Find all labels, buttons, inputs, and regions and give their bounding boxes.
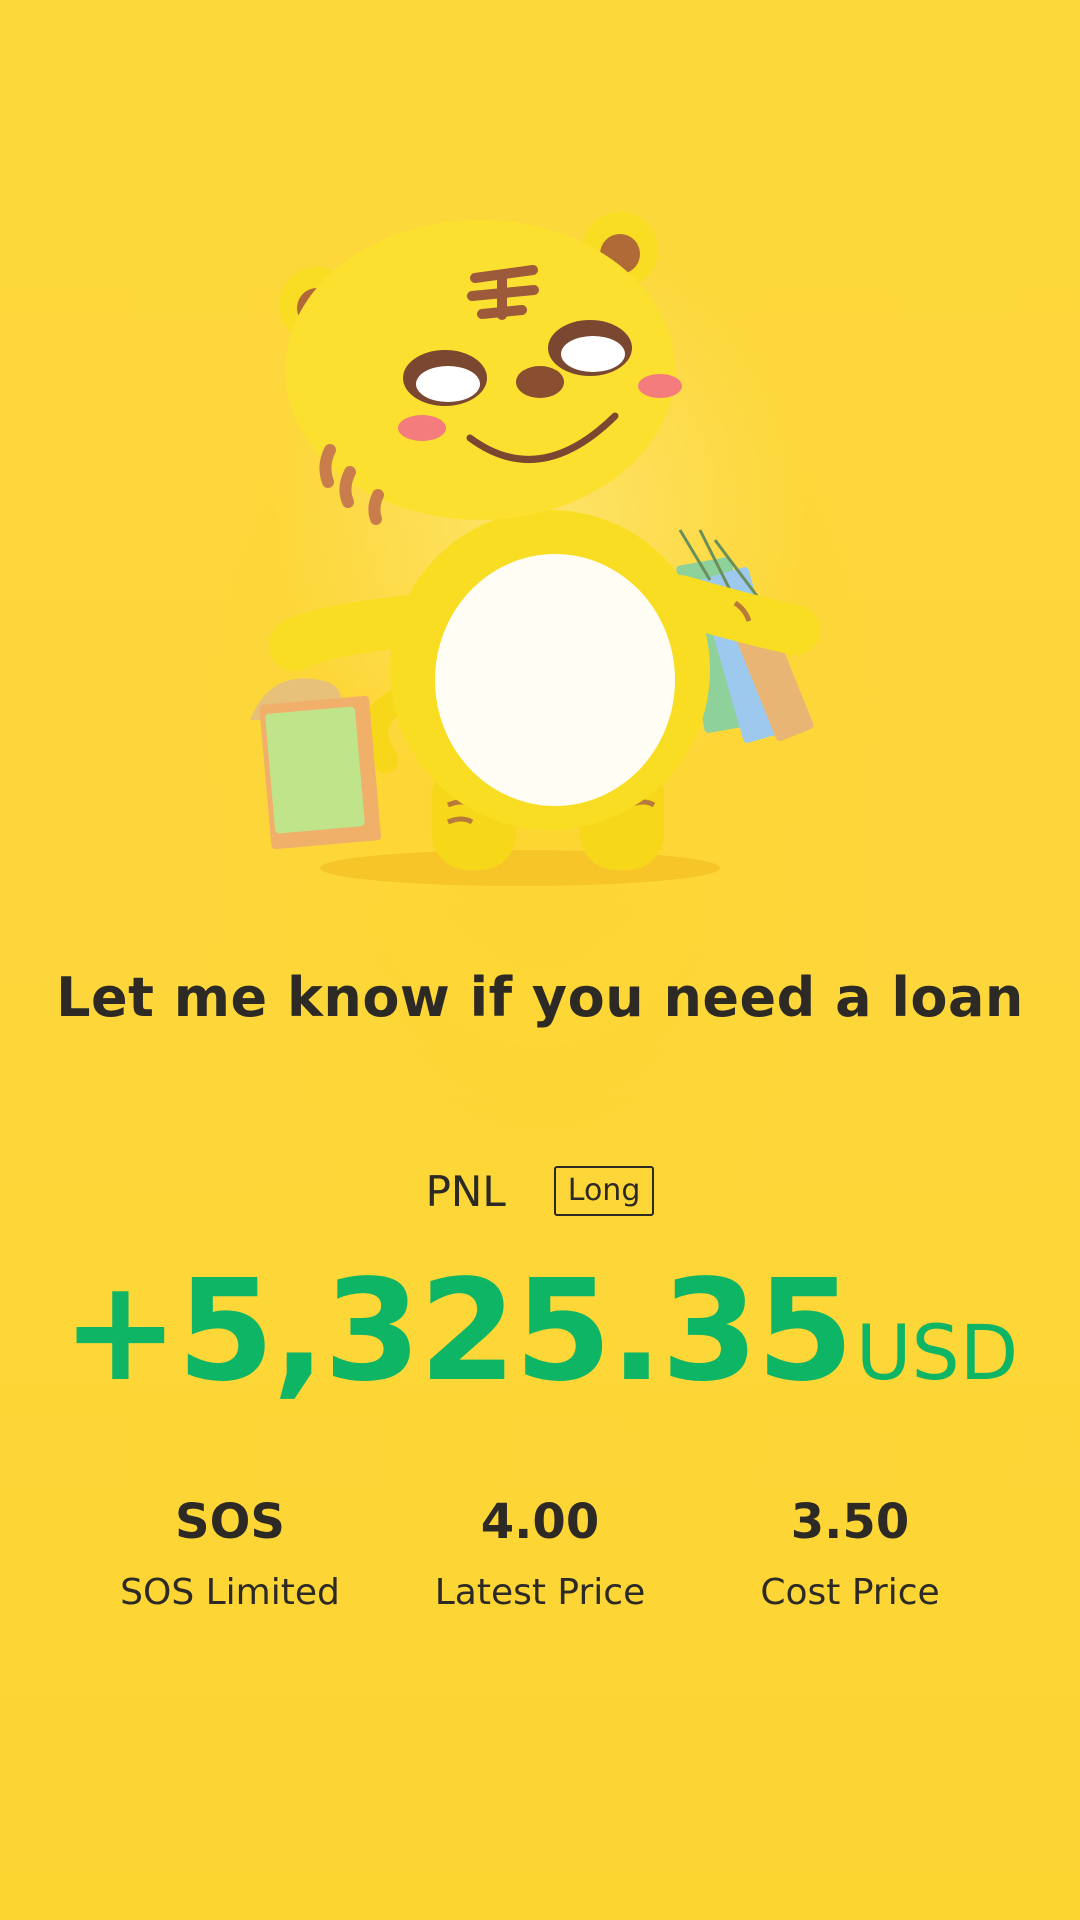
pnl-amount: +5,325.35 <box>61 1250 854 1413</box>
stat-value: SOS <box>175 1494 285 1550</box>
stat-latest-price: 4.00 Latest Price <box>380 1492 700 1618</box>
tiger-mascot-icon <box>250 212 820 886</box>
stat-label: Latest Price <box>434 1572 646 1613</box>
pnl-currency: USD <box>855 1308 1019 1397</box>
pnl-header: PNL Long <box>0 1166 1080 1216</box>
pnl-amount-row: +5,325.35 USD <box>0 1262 1080 1402</box>
stat-label: Cost Price <box>760 1572 940 1613</box>
stat-value: 4.00 <box>480 1494 600 1550</box>
position-side-badge: Long <box>553 1166 655 1216</box>
headline: Let me know if you need a loan <box>56 966 1024 1029</box>
stat-cost-price: 3.50 Cost Price <box>690 1492 1010 1618</box>
pnl-label: PNL <box>425 1166 506 1216</box>
stat-value: 3.50 <box>790 1494 910 1550</box>
stat-symbol: SOS SOS Limited <box>70 1492 390 1618</box>
stat-label: SOS Limited <box>120 1572 340 1613</box>
